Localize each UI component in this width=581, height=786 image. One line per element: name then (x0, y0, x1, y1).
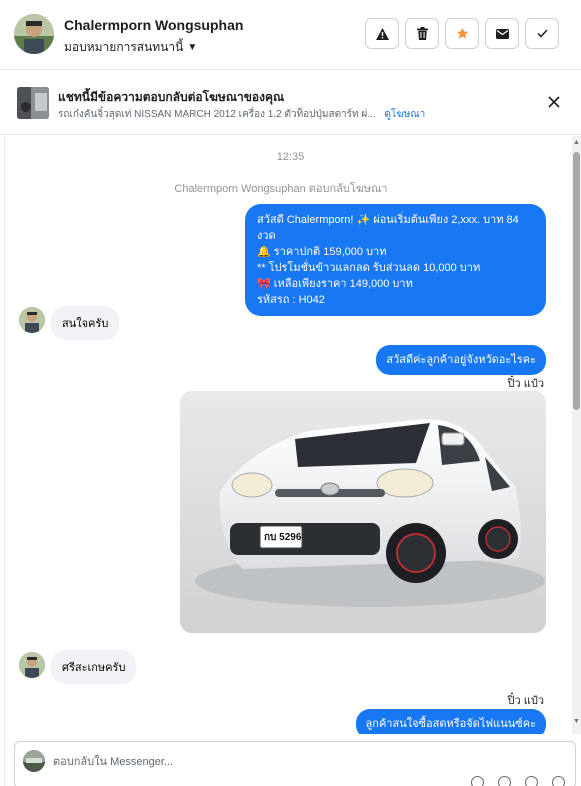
avatar[interactable] (14, 14, 54, 54)
mail-icon (495, 28, 509, 39)
spam-button[interactable] (365, 18, 399, 49)
close-icon[interactable] (547, 95, 561, 109)
star-button[interactable] (445, 18, 479, 49)
scrollbar-thumb[interactable] (573, 152, 580, 410)
message-thread[interactable]: 12:35 Chalermporn Wongsuphan ตอบกลับโฆษณ… (0, 136, 572, 734)
outgoing-message[interactable]: ลูกค้าสนใจซื้อสดหรือจัดไฟแนนซ์คะ (355, 709, 546, 734)
avatar[interactable] (19, 652, 45, 678)
seen-by-label: ปิ๋ว แป๋ว (507, 378, 544, 390)
emoji-icon[interactable] (498, 776, 511, 786)
mark-unread-button[interactable] (485, 18, 519, 49)
reply-composer (14, 741, 576, 786)
message-line: 🔔 ราคาปกติ 159,000 บาท (257, 246, 387, 258)
sticker-icon[interactable] (525, 776, 538, 786)
seen-by-label: ปิ๋ว แป๋ว (507, 695, 544, 707)
car-photo[interactable]: กบ 5296 (180, 391, 546, 633)
delete-button[interactable] (405, 18, 439, 49)
avatar (23, 750, 45, 772)
message-line: รหัสรถ : H042 (257, 294, 325, 306)
reply-input[interactable] (53, 752, 453, 772)
outgoing-message[interactable]: สวัสดีค่ะลูกค้าอยู่จังหวัดอะไรคะ (376, 345, 546, 375)
ad-banner-title: แชทนี้มีข้อความตอบกลับต่อโฆษณาของคุณ (58, 90, 285, 104)
scroll-down-icon[interactable]: ▼ (573, 718, 580, 725)
trash-icon (416, 27, 428, 40)
system-notice: Chalermporn Wongsuphan ตอบกลับโฆษณา (174, 183, 388, 195)
ad-thumbnail (17, 87, 49, 119)
avatar[interactable] (19, 307, 45, 333)
chevron-down-icon: ▼ (187, 42, 198, 53)
assign-label: มอบหมายการสนทนานี้ (64, 40, 184, 54)
messenger-conversation-panel: Chalermporn Wongsuphan มอบหมายการสนทนานี… (0, 0, 581, 786)
assign-conversation-dropdown[interactable]: มอบหมายการสนทนานี้ ▼ (64, 38, 197, 57)
check-icon (536, 29, 548, 38)
ad-banner-subtitle: รถเก๋งคันจิ๋วสุดเท่ NISSAN MARCH 2012 เค… (58, 107, 425, 122)
ad-reply-banner: แชทนี้มีข้อความตอบกลับต่อโฆษณาของคุณ รถเ… (0, 71, 581, 135)
license-plate: กบ 5296 (264, 532, 302, 543)
message-timestamp: 12:35 (276, 151, 305, 163)
message-line: ** โปรโมชั่นข้าวแลกลด รับส่วนลด 10,000 บ… (257, 262, 481, 274)
composer-tools (471, 776, 565, 786)
scroll-up-icon[interactable]: ▲ (573, 139, 580, 146)
warning-icon (375, 27, 389, 40)
attachment-icon[interactable] (471, 776, 484, 786)
like-icon[interactable] (552, 776, 565, 786)
contact-name[interactable]: Chalermporn Wongsuphan (64, 17, 243, 33)
message-line: สวัสดี Chalermporn! ✨ ผ่อนเริ่มต้นเพียง … (257, 214, 519, 242)
incoming-message[interactable]: ศรีสะเกษครับ (51, 650, 137, 684)
outgoing-message[interactable]: สวัสดี Chalermporn! ✨ ผ่อนเริ่มต้นเพียง … (245, 204, 546, 316)
conversation-header: Chalermporn Wongsuphan มอบหมายการสนทนานี… (0, 0, 581, 70)
mark-done-button[interactable] (525, 18, 559, 49)
star-icon (456, 27, 468, 39)
header-actions (365, 18, 559, 49)
message-line: 🎀 เหลือเพียงราคา 149,000 บาท (257, 278, 413, 290)
ad-description: รถเก๋งคันจิ๋วสุดเท่ NISSAN MARCH 2012 เค… (58, 109, 376, 120)
incoming-message[interactable]: สนใจครับ (51, 306, 120, 340)
view-ad-link[interactable]: ดูโฆษณา (384, 109, 425, 120)
